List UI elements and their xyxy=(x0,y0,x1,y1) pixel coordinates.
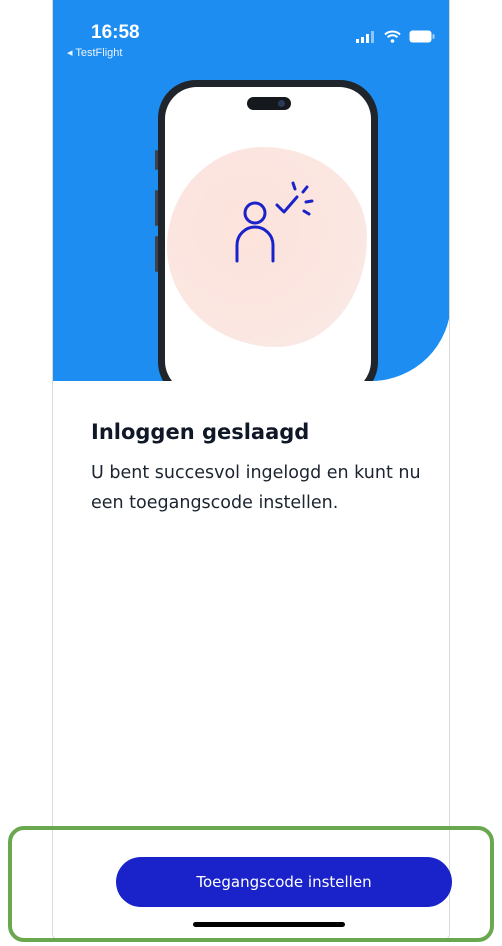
wifi-icon xyxy=(384,30,401,43)
user-check-icon xyxy=(235,181,314,263)
hero-illustration: 16:58 ◂ TestFlight xyxy=(53,0,449,381)
status-icons xyxy=(356,30,435,43)
battery-icon xyxy=(409,30,435,43)
content-section: Inloggen geslaagd U bent succesvol ingel… xyxy=(91,420,431,518)
back-to-testflight-link[interactable]: ◂ TestFlight xyxy=(67,46,122,59)
status-bar: 16:58 ◂ TestFlight xyxy=(53,0,449,70)
cellular-signal-icon xyxy=(356,30,374,43)
success-message: U bent succesvol ingelogd en kunt nu een… xyxy=(91,463,421,513)
set-passcode-button[interactable]: Toegangscode instellen xyxy=(116,857,452,907)
home-indicator xyxy=(193,922,345,927)
status-time: 16:58 xyxy=(91,22,140,43)
app-screen: 16:58 ◂ TestFlight Inloggen geslaagd U b… xyxy=(52,0,450,940)
page-title: Inloggen geslaagd xyxy=(91,420,310,444)
phone-illustration xyxy=(155,80,378,381)
dynamic-island xyxy=(247,97,291,110)
phone-illustration-screen xyxy=(165,87,371,381)
